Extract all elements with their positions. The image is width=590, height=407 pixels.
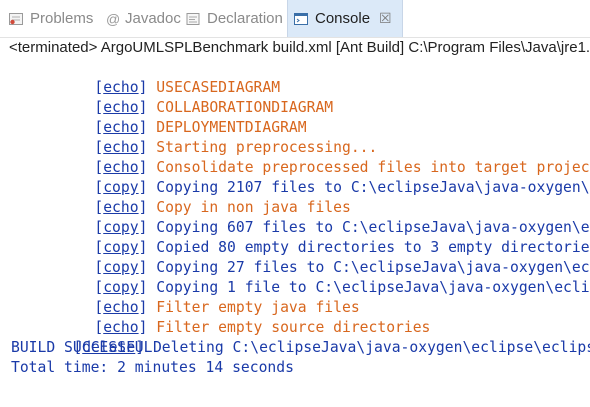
console-line: [echo] Copy in non java files [94,199,351,216]
tab-label: Console [315,10,371,27]
total-time: Total time: 2 minutes 14 seconds [11,359,294,376]
console-line: [echo] Filter empty java files [94,299,360,316]
console-icon [293,11,309,27]
svg-text:@: @ [106,11,119,27]
tab-label: Javadoc [125,10,181,27]
line-text: Deleting C:\eclipseJava\java-oxygen\ecli… [152,339,590,356]
tab-label: Problems [30,10,94,27]
console-line: [copy] Copying 27 files to C:\eclipseJav… [59,238,590,276]
build-result: BUILD SUCCESSFUL [11,339,153,356]
console-line: [echo] USECASEDIAGRAM [94,79,281,96]
declaration-icon [185,11,201,27]
console-line: [echo] Consolidate preprocessed files in… [59,138,590,176]
console-line: [copy] Copied 80 empty directories to 3 … [59,218,590,256]
close-icon[interactable]: ☒ [379,10,392,27]
console-line: [copy] Copying 2107 files to C:\eclipseJ… [59,158,590,196]
view-tab-bar: Problems @ Javadoc Declaration Console ☒ [0,0,590,38]
console-line: [delete] Deleting C:\eclipseJava\java-ox… [38,318,590,356]
tab-problems[interactable]: Problems [8,0,93,37]
tab-declaration[interactable]: Declaration [185,0,283,37]
problems-icon [8,11,24,27]
javadoc-icon: @ [105,11,120,27]
tab-javadoc[interactable]: @ Javadoc [105,0,181,37]
console-process-header: <terminated> ArgoUMLSPLBenchmark build.x… [9,39,590,56]
console-line: [copy] Copying 1 file to C:\eclipseJava\… [59,258,590,296]
console-line: [echo] Filter empty source directories [94,319,431,336]
console-line: [echo] COLLABORATIONDIAGRAM [94,99,334,116]
console-output[interactable]: [echo] USECASEDIAGRAM [echo] COLLABORATI… [0,58,590,407]
console-line: [echo] DEPLOYMENTDIAGRAM [94,119,307,136]
tab-label: Declaration [207,10,283,27]
console-line: [echo] Starting preprocessing... [94,139,378,156]
console-line: [copy] Copying 607 files to C:\eclipseJa… [59,198,590,236]
tab-console[interactable]: Console ☒ [287,0,403,37]
